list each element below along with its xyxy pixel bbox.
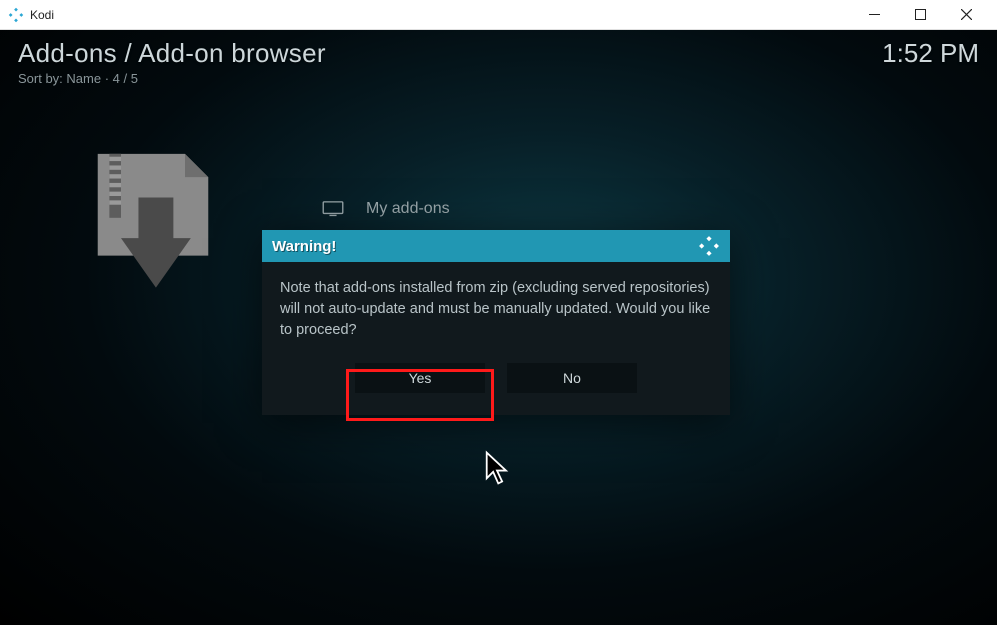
sort-line: Sort by: Name · 4 / 5 — [18, 71, 326, 86]
breadcrumb-block: Add-ons / Add-on browser Sort by: Name ·… — [18, 38, 326, 86]
warning-dialog: Warning! Note that add-ons installed fro… — [262, 230, 730, 415]
no-button[interactable]: No — [507, 363, 637, 393]
page-header: Add-ons / Add-on browser Sort by: Name ·… — [18, 38, 979, 86]
sort-separator: · — [105, 71, 113, 86]
dialog-button-row: Yes No — [262, 351, 730, 415]
kodi-icon — [8, 7, 24, 23]
no-button-label: No — [563, 370, 581, 386]
window-title: Kodi — [30, 8, 54, 22]
content-area: Add-ons / Add-on browser Sort by: Name ·… — [0, 30, 997, 625]
dialog-header: Warning! — [262, 230, 730, 262]
titlebar: Kodi — [0, 0, 997, 30]
sort-label: Sort by: Name — [18, 71, 101, 86]
dialog-title: Warning! — [272, 238, 336, 255]
breadcrumb: Add-ons / Add-on browser — [18, 38, 326, 69]
zip-download-icon — [78, 148, 228, 308]
yes-button-label: Yes — [409, 370, 432, 386]
close-button[interactable] — [943, 0, 989, 30]
yes-button[interactable]: Yes — [355, 363, 485, 393]
app-window: Kodi Add-ons / Add-on browser Sort by: N… — [0, 0, 997, 625]
maximize-button[interactable] — [897, 0, 943, 30]
dialog-message: Note that add-ons installed from zip (ex… — [262, 262, 730, 351]
window-controls — [851, 0, 989, 30]
position-indicator: 4 / 5 — [113, 71, 138, 86]
kodi-logo-icon — [698, 235, 720, 257]
list-item-my-addons[interactable]: My add-ons — [322, 200, 450, 218]
list-item-label: My add-ons — [366, 200, 450, 218]
minimize-button[interactable] — [851, 0, 897, 30]
clock: 1:52 PM — [882, 38, 979, 69]
monitor-icon — [322, 201, 344, 217]
cursor-icon — [482, 450, 512, 486]
